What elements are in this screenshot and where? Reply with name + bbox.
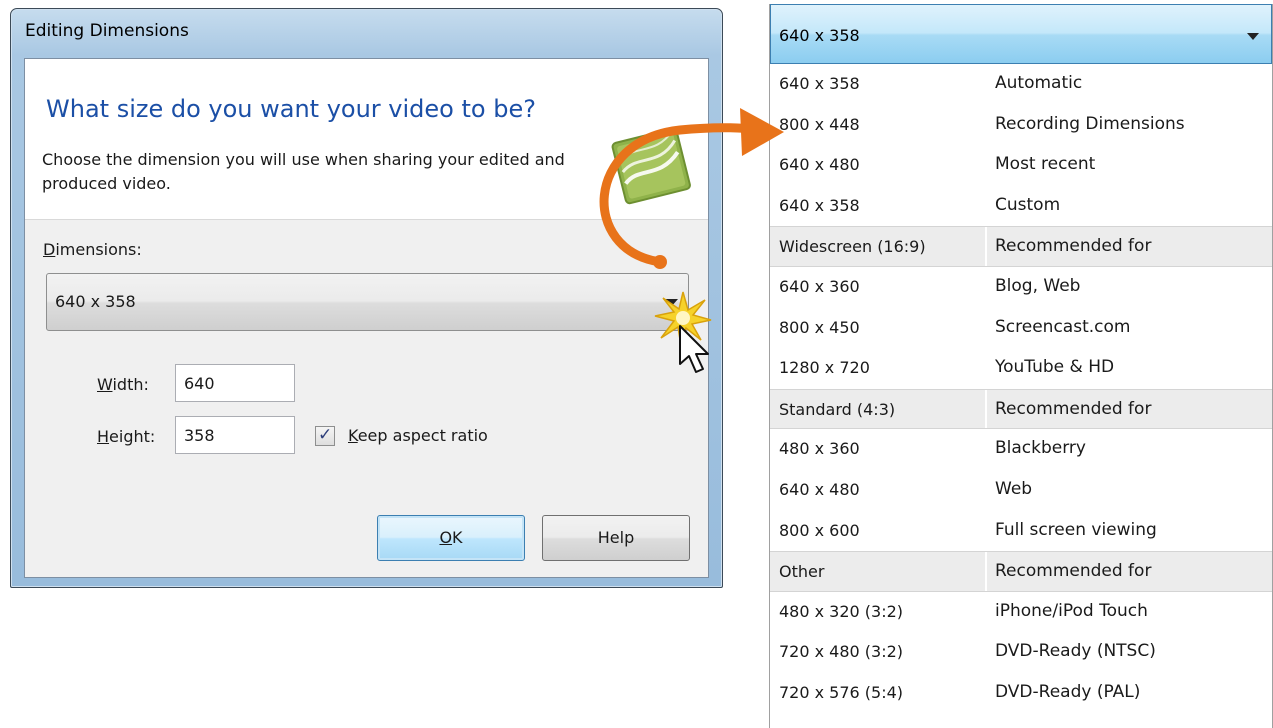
dropdown-group-header: Widescreen (16:9) Recommended for (770, 226, 1272, 267)
option-description: iPhone/iPod Touch (995, 600, 1148, 621)
group-recommended-label: Recommended for (995, 236, 1152, 257)
option-dimension: 720 x 480 (3:2) (779, 642, 904, 662)
dropdown-option[interactable]: 720 x 480 (3:2) DVD-Ready (NTSC) (770, 632, 1272, 673)
option-dimension: 720 x 576 (5:4) (779, 682, 904, 702)
option-description: Blackberry (995, 438, 1086, 459)
option-dimension: 800 x 600 (779, 520, 860, 540)
option-description: DVD-Ready (NTSC) (995, 641, 1156, 662)
option-description: Recording Dimensions (995, 113, 1185, 134)
dimensions-selected-value: 640 x 358 (55, 292, 136, 311)
dialog-title: Editing Dimensions (25, 21, 189, 41)
dropdown-option[interactable]: 800 x 448 Recording Dimensions (770, 105, 1272, 146)
dropdown-option[interactable]: 640 x 480 Web (770, 470, 1272, 511)
dropdown-selected-header[interactable]: 640 x 358 (770, 4, 1272, 64)
dropdown-option[interactable]: 640 x 480 Most recent (770, 145, 1272, 186)
dropdown-group-header: Standard (4:3) Recommended for (770, 388, 1272, 430)
group-title: Standard (4:3) (779, 399, 896, 419)
dropdown-option[interactable]: 480 x 360 Blackberry (770, 429, 1272, 470)
dialog-description: Choose the dimension you will use when s… (42, 150, 565, 193)
option-description: Most recent (995, 154, 1096, 175)
height-label: Height: (97, 427, 156, 446)
height-input[interactable] (175, 416, 295, 454)
option-dimension: 640 x 480 (779, 479, 860, 499)
keep-aspect-checkbox[interactable]: ✓ (315, 425, 335, 446)
film-strip-icon (611, 127, 691, 205)
dialog-client-area: What size do you want your video to be? … (24, 58, 709, 578)
group-title: Other (779, 562, 825, 582)
editing-dimensions-dialog: Editing Dimensions What size do you want… (10, 8, 723, 588)
dropdown-group-header: Other Recommended for (770, 551, 1272, 592)
option-dimension: 480 x 320 (3:2) (779, 601, 904, 621)
dropdown-option[interactable]: 720 x 576 (5:4) DVD-Ready (PAL) (770, 673, 1272, 714)
option-description: Automatic (995, 73, 1083, 93)
dropdown-option[interactable]: 800 x 600 Full screen viewing (770, 511, 1272, 552)
group-header-divider (985, 389, 987, 429)
option-description: Screencast.com (995, 316, 1131, 337)
group-title: Widescreen (16:9) (779, 237, 926, 257)
option-description: Full screen viewing (995, 519, 1157, 540)
dialog-heading: What size do you want your video to be? (46, 95, 536, 123)
dropdown-option[interactable]: 640 x 358 Automatic (770, 64, 1272, 105)
dropdown-option[interactable]: 480 x 320 (3:2) iPhone/iPod Touch (770, 592, 1272, 633)
option-dimension: 800 x 448 (779, 114, 860, 134)
chevron-down-icon[interactable] (664, 299, 678, 307)
ok-button[interactable]: OK (377, 515, 525, 561)
option-description: Web (995, 478, 1033, 499)
dropdown-selected-value: 640 x 358 (779, 26, 860, 45)
width-input[interactable] (175, 364, 295, 402)
option-description: YouTube & HD (995, 357, 1115, 378)
dropdown-option[interactable]: 640 x 360 Blog, Web (770, 267, 1272, 308)
option-description: DVD-Ready (PAL) (995, 681, 1141, 702)
group-header-divider (985, 227, 987, 266)
dimensions-dropdown-list: 640 x 358 640 x 358 Automatic 800 x 448 Rec… (769, 4, 1273, 728)
option-dimension: 640 x 358 (779, 195, 860, 215)
width-label: Width: (97, 375, 149, 394)
dropdown-option[interactable]: 640 x 358 Custom (770, 186, 1272, 227)
option-dimension: 640 x 358 (779, 74, 860, 93)
dimensions-label: Dimensions: (43, 240, 142, 259)
option-dimension: 1280 x 720 (779, 358, 870, 378)
group-header-divider (985, 552, 987, 591)
dropdown-option[interactable]: 1280 x 720 YouTube & HD (770, 348, 1272, 389)
group-recommended-label: Recommended for (995, 561, 1152, 582)
option-dimension: 640 x 480 (779, 155, 860, 175)
option-dimension: 800 x 450 (779, 317, 860, 337)
dialog-header: What size do you want your video to be? … (25, 59, 708, 220)
chevron-down-icon[interactable] (1247, 33, 1259, 40)
dropdown-option[interactable]: 800 x 450 Screencast.com (770, 308, 1272, 349)
option-dimension: 640 x 360 (779, 276, 860, 296)
keep-aspect-label[interactable]: Keep aspect ratio (348, 426, 488, 445)
dimensions-combobox[interactable]: 640 x 358 (46, 273, 689, 331)
option-description: Custom (995, 194, 1061, 215)
dropdown-options: 640 x 358 Automatic 800 x 448 Recording Dim… (770, 64, 1272, 714)
option-description: Blog, Web (995, 275, 1081, 296)
help-button[interactable]: Help (542, 515, 690, 561)
group-recommended-label: Recommended for (995, 398, 1152, 419)
option-dimension: 480 x 360 (779, 439, 860, 459)
checkmark-icon: ✓ (318, 425, 333, 445)
